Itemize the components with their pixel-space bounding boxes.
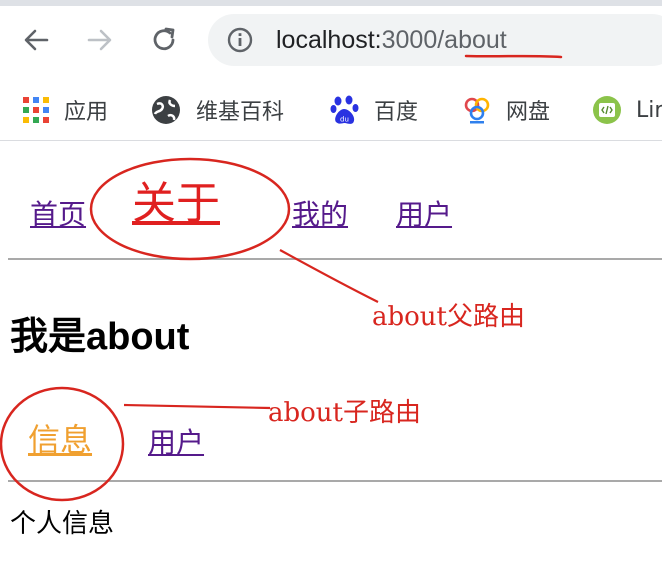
back-arrow-icon — [24, 29, 49, 51]
cloud-drive-icon — [464, 97, 490, 124]
url-host: localhost: — [276, 26, 382, 54]
baidu-paw-icon: du — [330, 95, 359, 124]
reload-icon — [153, 27, 175, 51]
bookmark-label: 应用 — [64, 100, 109, 125]
nav-link-users[interactable]: 用户 — [396, 193, 452, 233]
svg-text:du: du — [340, 116, 349, 124]
bookmark-netdisk[interactable]: 网盘 — [462, 88, 550, 132]
bookmarks-bar: 应用 维基百科 du 百度 网盘 Lin — [0, 80, 662, 141]
address-bar[interactable]: localhost:3000/about — [208, 14, 662, 66]
bookmark-apps[interactable]: 应用 — [22, 88, 108, 132]
child-route-content: 个人信息 — [10, 509, 115, 539]
bookmark-label: 百度 — [374, 100, 419, 125]
bookmark-label: 网盘 — [506, 100, 551, 125]
nav-link-home[interactable]: 首页 — [30, 193, 86, 233]
sub-nav-link-users[interactable]: 用户 — [148, 421, 204, 461]
page-heading: 我是about — [10, 316, 190, 358]
bookmark-link[interactable]: Lin — [592, 88, 662, 132]
globe-icon — [152, 96, 180, 124]
site-info-icon[interactable] — [226, 26, 254, 54]
sub-nav-divider — [8, 480, 662, 482]
url-path: 3000/about — [381, 26, 507, 54]
bookmark-label: 维基百科 — [196, 100, 285, 125]
back-button[interactable] — [18, 22, 54, 58]
bookmark-wikipedia[interactable]: 维基百科 — [150, 88, 284, 132]
url-text[interactable]: localhost:3000/about — [276, 24, 507, 56]
apps-grid-icon — [23, 97, 49, 123]
forward-arrow-icon — [87, 29, 112, 51]
browser-toolbar: localhost:3000/about — [0, 0, 662, 80]
nav-link-mine[interactable]: 我的 — [292, 193, 348, 233]
code-icon — [593, 96, 621, 124]
forward-button[interactable] — [82, 22, 118, 58]
bookmark-baidu[interactable]: du 百度 — [330, 88, 418, 132]
nav-link-about-active[interactable]: 关于 — [132, 167, 220, 231]
sub-nav-link-info-active[interactable]: 信息 — [28, 415, 92, 461]
bookmark-label: Lin — [636, 97, 662, 123]
page-viewport: 首页 关于 我的 用户 我是about 信息 用户 个人信息 — [0, 141, 662, 582]
tab-strip — [0, 0, 662, 6]
nav-divider — [8, 258, 662, 260]
reload-button[interactable] — [146, 22, 182, 58]
